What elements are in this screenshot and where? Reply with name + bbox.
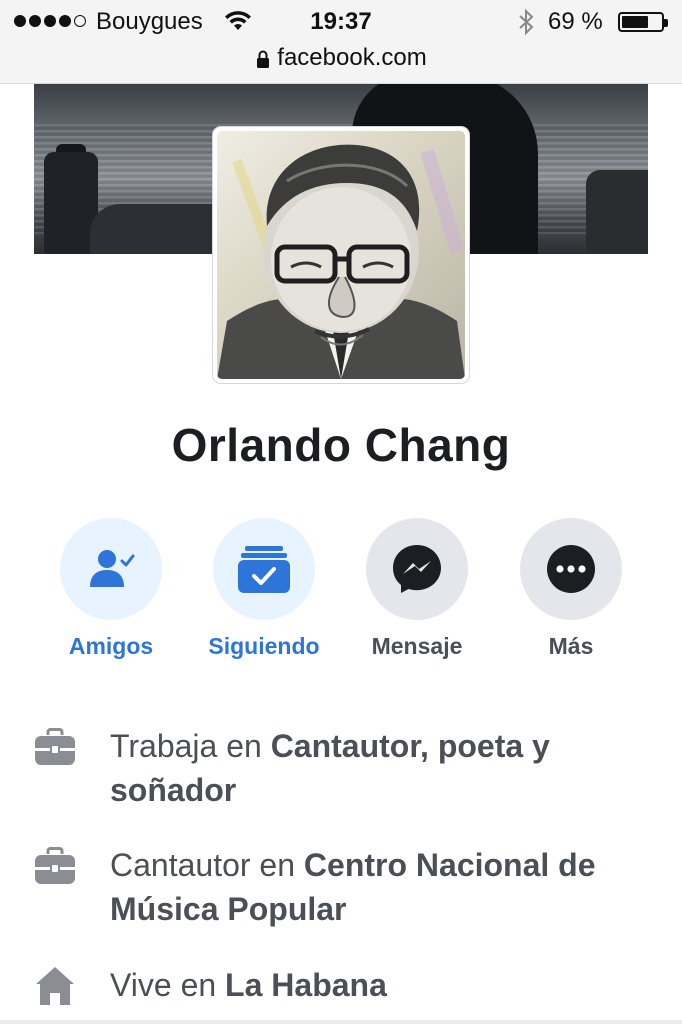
avatar xyxy=(217,131,465,379)
more-button[interactable]: Más xyxy=(501,518,641,660)
briefcase-icon xyxy=(35,728,75,765)
divider xyxy=(0,1020,682,1024)
battery-level-fill xyxy=(622,16,649,28)
profile-name: Orlando Chang xyxy=(171,419,511,471)
caricature-drawing xyxy=(217,144,465,379)
info-location-city[interactable]: La Habana xyxy=(225,967,387,1003)
info-location-text: Vive en La Habana xyxy=(110,963,650,1007)
address-bar[interactable]: facebook.com xyxy=(0,44,682,72)
message-button-label: Mensaje xyxy=(371,633,463,659)
more-button-label: Más xyxy=(548,633,594,659)
info-work-prefix: Trabaja en xyxy=(110,728,271,764)
friends-check-icon xyxy=(90,550,135,587)
message-button[interactable]: Mensaje xyxy=(347,518,487,660)
info-job-text: Cantautor en Centro Nacional de Música P… xyxy=(110,843,650,931)
home-icon xyxy=(36,967,74,1005)
briefcase-icon xyxy=(35,847,75,884)
browser-top-bar: Bouygues 19:37 69 % facebook.com xyxy=(0,0,682,84)
messenger-icon xyxy=(393,545,441,593)
status-bar: Bouygues 19:37 69 % xyxy=(0,0,682,44)
following-check-icon xyxy=(238,546,290,593)
battery-icon xyxy=(618,12,668,32)
info-work-text: Trabaja en Cantautor, poeta y soñador xyxy=(110,724,650,812)
info-location-prefix: Vive en xyxy=(110,967,226,1003)
profile-actions: Amigos Siguiendo Mensaje Más xyxy=(0,518,682,668)
following-button[interactable]: Siguiendo xyxy=(194,518,334,660)
following-button-circle[interactable] xyxy=(213,518,315,620)
more-dots-icon xyxy=(547,545,595,593)
bluetooth-icon xyxy=(519,8,534,36)
message-button-circle[interactable] xyxy=(366,518,468,620)
info-job-prefix: Cantautor en xyxy=(110,847,304,883)
friends-button-circle[interactable] xyxy=(60,518,162,620)
friends-button[interactable]: Amigos xyxy=(41,518,181,660)
following-button-label: Siguiendo xyxy=(208,633,320,659)
cover-rock xyxy=(586,170,648,254)
profile-picture[interactable] xyxy=(213,127,469,383)
url-text: facebook.com xyxy=(277,44,427,71)
battery-percentage: 69 % xyxy=(548,8,603,35)
friends-button-label: Amigos xyxy=(68,633,154,659)
more-button-circle[interactable] xyxy=(520,518,622,620)
lock-icon xyxy=(257,50,270,68)
battery-tip xyxy=(664,19,668,27)
